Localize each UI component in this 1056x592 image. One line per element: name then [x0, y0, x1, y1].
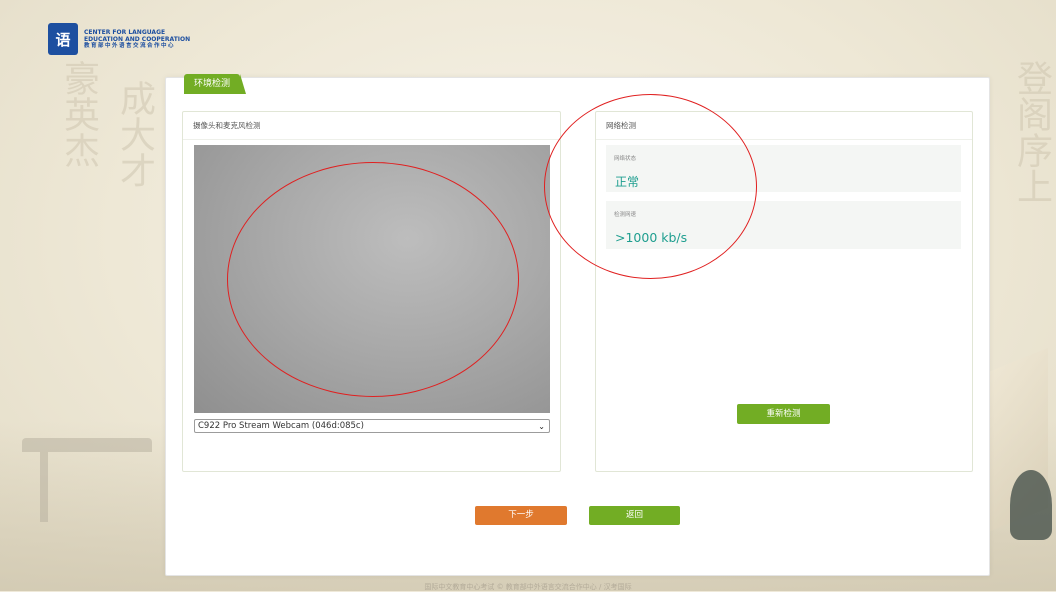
annotation-circle-network — [544, 94, 757, 279]
tab-environment-check[interactable]: 环境检测 — [184, 74, 247, 94]
logo-line-3: 教育部中外语言交流合作中心 — [84, 42, 176, 49]
back-button[interactable]: 返回 — [589, 506, 680, 525]
chevron-down-icon: ⌄ — [538, 422, 545, 431]
camera-panel-title: 摄像头和麦克风检测 — [183, 112, 560, 140]
logo-line-1: CENTER FOR LANGUAGE — [84, 28, 166, 36]
logo-line-2: EDUCATION AND COOPERATION — [84, 35, 191, 43]
camera-select[interactable]: C922 Pro Stream Webcam (046d:085c) ⌄ — [194, 419, 550, 433]
background-calligraphy-right: 登阁序上 — [1011, 60, 1052, 204]
logo-mark-icon: 语 — [48, 23, 78, 55]
retest-button[interactable]: 重新检测 — [737, 404, 830, 424]
background-pavilion — [22, 438, 152, 532]
camera-select-value: C922 Pro Stream Webcam (046d:085c) — [198, 421, 364, 431]
background-calligraphy-left: 豪英杰 — [58, 60, 99, 168]
logo: 语 CENTER FOR LANGUAGE EDUCATION AND COOP… — [48, 23, 190, 55]
annotation-circle-camera — [227, 162, 519, 397]
logo-text: CENTER FOR LANGUAGE EDUCATION AND COOPER… — [84, 29, 190, 50]
background-inkstone — [1010, 470, 1052, 540]
next-button[interactable]: 下一步 — [475, 506, 567, 525]
background-calligraphy-left-2: 成大才 — [114, 80, 155, 188]
